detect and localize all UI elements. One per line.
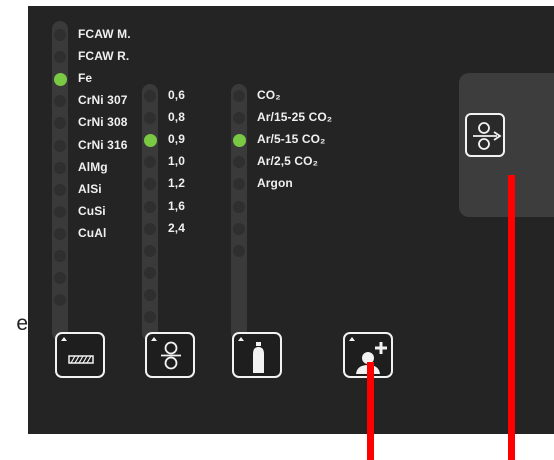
- gas-option[interactable]: Ar/2,5 CO₂: [257, 154, 318, 168]
- gas-dot[interactable]: [233, 222, 245, 235]
- gas-option[interactable]: Ar/5-15 CO₂: [257, 132, 325, 146]
- wire-diameter-option[interactable]: 0,9: [168, 132, 185, 146]
- wire-diameter-dot[interactable]: [144, 200, 156, 213]
- gas-option[interactable]: Ar/15-25 CO₂: [257, 110, 332, 124]
- wire-material-dot[interactable]: [53, 73, 67, 87]
- wire-material-option[interactable]: FCAW M.: [78, 27, 131, 41]
- cut-off-label: e: [16, 312, 28, 335]
- wire-material-option[interactable]: AlMg: [78, 160, 108, 174]
- wire-material-option[interactable]: CrNi 308: [78, 115, 128, 129]
- wire-feed-icon: [473, 122, 502, 150]
- wire-material-dot[interactable]: [54, 227, 66, 240]
- wire-material-option[interactable]: CuSi: [78, 204, 106, 218]
- wire-material-dot[interactable]: [54, 272, 66, 285]
- wire-material-dot[interactable]: [54, 183, 66, 196]
- wire-diameter-option[interactable]: 1,2: [168, 176, 185, 190]
- wire-diameter-dot[interactable]: [143, 134, 157, 148]
- wire-material-button[interactable]: [55, 332, 105, 378]
- wire-diameter-dot[interactable]: [144, 112, 156, 125]
- wire-diameter-dot[interactable]: [144, 266, 156, 279]
- gas-option[interactable]: CO₂: [257, 88, 281, 102]
- wire-material-option[interactable]: FCAW R.: [78, 49, 129, 63]
- wire-diameter-dot[interactable]: [144, 244, 156, 257]
- wire-diameter-option[interactable]: 1,6: [168, 199, 185, 213]
- wire-material-dot[interactable]: [54, 250, 66, 262]
- wire-diameter-dot[interactable]: [144, 288, 156, 301]
- gas-dot[interactable]: [233, 200, 245, 213]
- gas-option[interactable]: Argon: [257, 176, 293, 190]
- gas-button[interactable]: [232, 332, 282, 378]
- wire-diameter-dot[interactable]: [144, 311, 156, 323]
- wire-material-option[interactable]: Fe: [78, 71, 92, 85]
- wire-spool-icon: [68, 355, 94, 364]
- wire-material-option[interactable]: CrNi 316: [78, 138, 128, 152]
- wire-material-dot[interactable]: [54, 51, 66, 64]
- wire-material-track[interactable]: [52, 21, 68, 341]
- wire-diameter-option[interactable]: 1,0: [168, 154, 185, 168]
- wire-diameter-option[interactable]: 0,8: [168, 110, 185, 124]
- wire-feed-marker-line: [508, 175, 515, 460]
- wire-feed-button[interactable]: [465, 113, 505, 157]
- wire-material-option[interactable]: AlSi: [78, 182, 102, 196]
- wire-material-dot[interactable]: [54, 161, 66, 174]
- wire-diameter-option[interactable]: 0,6: [168, 88, 185, 102]
- add-user-marker-line: [367, 362, 374, 460]
- welding-setup-panel: FCAW M. FCAW R. Fe CrNi 307 CrNi 308 CrNi 316…: [28, 6, 554, 434]
- wire-diameter-option[interactable]: 2,4: [168, 221, 185, 235]
- gas-dot[interactable]: [232, 134, 246, 148]
- wire-material-dot[interactable]: [54, 205, 66, 218]
- wire-diameter-button[interactable]: [145, 332, 195, 378]
- drive-rolls-icon: [161, 341, 181, 370]
- gas-dot[interactable]: [233, 244, 245, 257]
- wire-material-option[interactable]: CuAl: [78, 226, 106, 240]
- wire-material-option[interactable]: CrNi 307: [78, 93, 128, 107]
- gas-dot[interactable]: [233, 112, 245, 125]
- wire-material-dot[interactable]: [54, 29, 66, 41]
- wire-diameter-dot[interactable]: [144, 222, 156, 235]
- wire-material-dot[interactable]: [54, 139, 66, 152]
- gas-dot[interactable]: [233, 90, 245, 102]
- wire-diameter-dot[interactable]: [144, 90, 156, 102]
- gas-cylinder-icon: [253, 342, 264, 373]
